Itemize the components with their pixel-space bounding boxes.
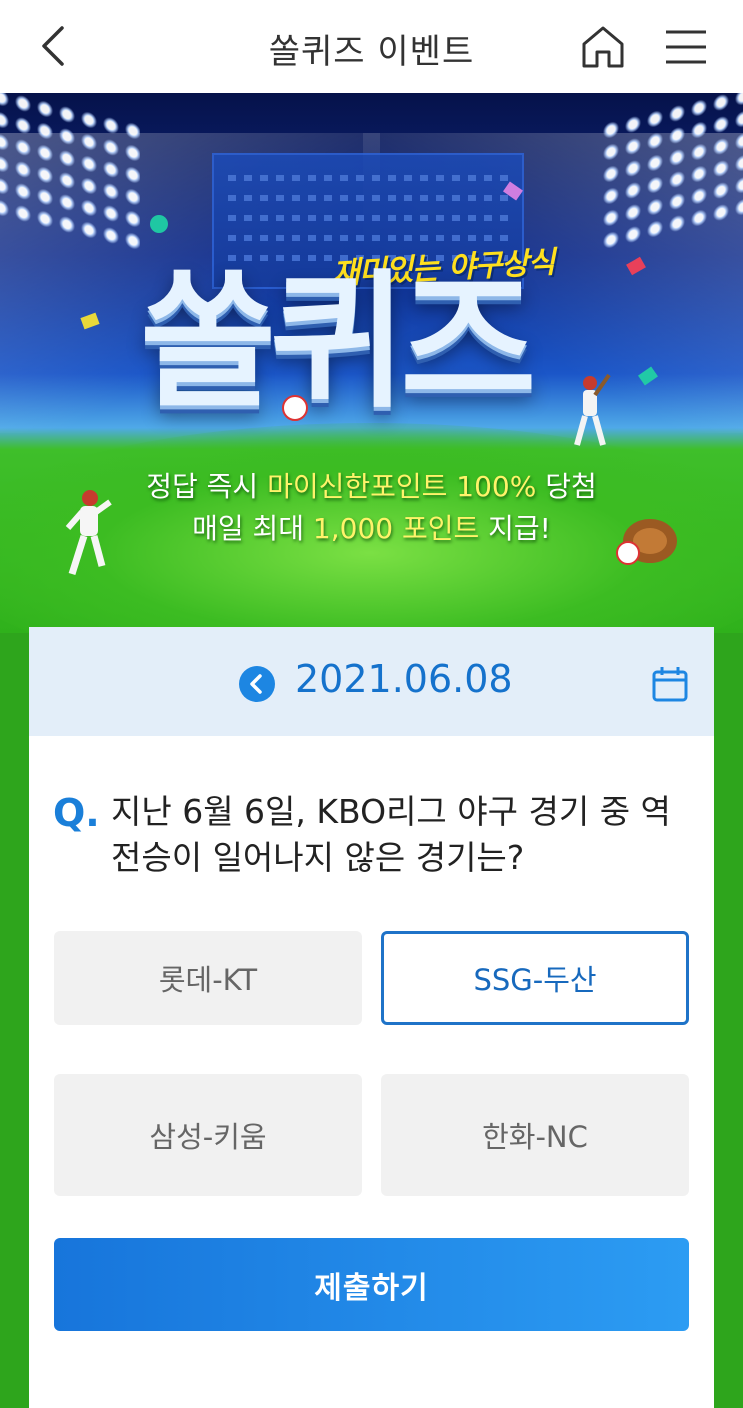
quiz-card: 2021.06.08 Q. 지난 6월 6일, KBO리그 야구 경기 중 역전… bbox=[29, 627, 714, 1408]
calendar-icon bbox=[652, 667, 688, 702]
batter-illustration bbox=[574, 373, 611, 446]
answer-option-4[interactable]: 한화-NC bbox=[381, 1074, 689, 1196]
quiz-date: 2021.06.08 bbox=[295, 657, 513, 701]
chevron-left-circle-icon bbox=[250, 674, 262, 694]
banner-promo-line-2: 매일 최대 1,000 포인트 지급! bbox=[192, 512, 551, 545]
previous-date-button[interactable] bbox=[239, 666, 275, 702]
home-icon bbox=[582, 26, 624, 68]
home-button[interactable] bbox=[578, 22, 628, 72]
banner-promo-line-1: 정답 즉시 마이신한포인트 100% 당첨 bbox=[146, 470, 597, 503]
submit-button[interactable]: 제출하기 bbox=[54, 1238, 689, 1331]
confetti bbox=[150, 215, 168, 233]
answer-option-2[interactable]: SSG-두산 bbox=[381, 931, 689, 1025]
question-text: 지난 6월 6일, KBO리그 야구 경기 중 역전승이 일어나지 않은 경기는… bbox=[111, 792, 671, 877]
baseball-icon bbox=[282, 395, 308, 421]
top-app-bar: 쏠퀴즈 이벤트 bbox=[0, 0, 743, 93]
answer-option-1[interactable]: 롯데-KT bbox=[54, 931, 362, 1025]
quiz-logo: 쏠퀴즈 bbox=[140, 256, 536, 428]
answer-option-3[interactable]: 삼성-키움 bbox=[54, 1074, 362, 1196]
menu-button[interactable] bbox=[660, 24, 710, 70]
calendar-button[interactable] bbox=[651, 665, 689, 703]
page-title: 쏠퀴즈 이벤트 bbox=[268, 32, 475, 72]
event-banner: 재미있는 야구상식 쏠퀴즈 정답 즉시 마이신한포인트 100% 당첨 매일 최… bbox=[0, 93, 743, 633]
hamburger-menu-icon bbox=[666, 30, 706, 64]
question-marker: Q. bbox=[53, 791, 100, 835]
date-navigator: 2021.06.08 bbox=[29, 627, 714, 736]
